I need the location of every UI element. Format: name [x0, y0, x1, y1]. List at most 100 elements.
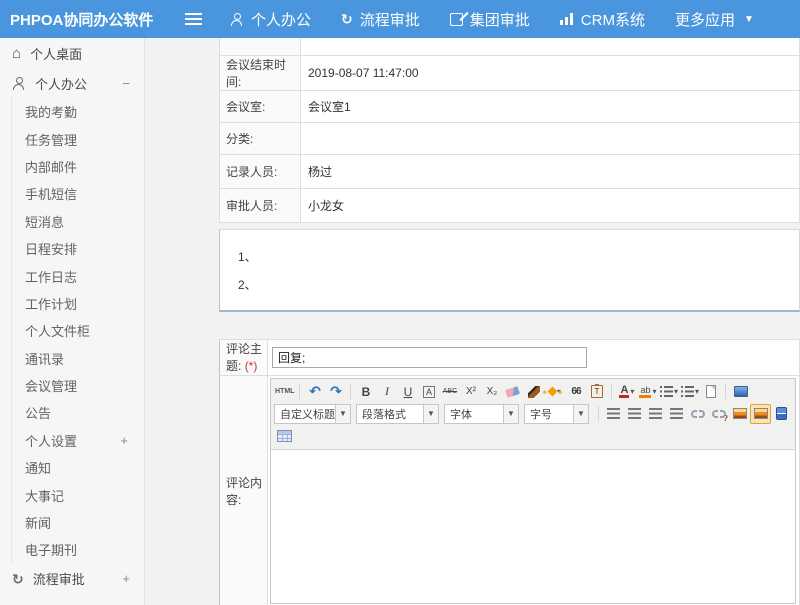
font-color-icon: A [619, 385, 629, 398]
expand-icon[interactable]: + [120, 433, 128, 448]
undo-button[interactable]: ↶ [304, 382, 325, 402]
field-value: 小龙女 [301, 188, 800, 222]
highlight-color-button[interactable]: ab▾ [637, 382, 658, 402]
align-left-button[interactable] [603, 404, 624, 424]
paragraph-format-select[interactable]: 段落格式▼ [356, 404, 439, 424]
editor-content-area[interactable] [271, 450, 795, 603]
align-center-button[interactable] [624, 404, 645, 424]
rich-text-editor: HTML ↶ ↷ B I U A ABC X² [270, 378, 796, 604]
redo-icon: ↷ [330, 383, 342, 400]
new-document-button[interactable] [700, 382, 721, 402]
sidebar-item-contacts[interactable]: 通讯录 [12, 345, 144, 372]
field-label: 审批人员: [220, 188, 301, 222]
edit-icon [450, 13, 463, 26]
paste-as-text-button[interactable]: T [586, 382, 607, 402]
nav-more-apps[interactable]: 更多应用 ▼ [675, 9, 754, 30]
font-family-select[interactable]: 字体▼ [444, 404, 519, 424]
unordered-list-button[interactable]: ▾ [679, 382, 700, 402]
sidebar-item-label: 电子期刊 [25, 540, 77, 559]
sidebar-item-label: 短消息 [25, 212, 64, 231]
bold-button[interactable]: B [355, 382, 376, 402]
sidebar-item-label: 工作计划 [25, 294, 77, 313]
nav-crm-system[interactable]: CRM系统 [560, 9, 645, 30]
align-right-button[interactable] [645, 404, 666, 424]
meeting-detail-table: 会议结束时间: 2019-08-07 11:47:00 会议室: 会议室1 分类… [219, 38, 800, 223]
editor-toolbar: HTML ↶ ↷ B I U A ABC X² [271, 379, 795, 450]
chevron-down-icon: ▼ [573, 405, 588, 423]
sidebar-item-personal-office[interactable]: 个人办公 − [0, 68, 144, 98]
sidebar-item-e-journal[interactable]: 电子期刊 [12, 536, 144, 563]
sidebar-item-sms[interactable]: 手机短信 [12, 180, 144, 207]
collapse-icon[interactable]: − [122, 76, 130, 91]
text-border-button[interactable]: A [418, 382, 439, 402]
sidebar-item-work-plan[interactable]: 工作计划 [12, 290, 144, 317]
sidebar-item-label: 个人桌面 [30, 44, 82, 63]
sidebar-item-schedule[interactable]: 日程安排 [12, 235, 144, 262]
insert-link-button[interactable] [687, 404, 708, 424]
italic-button[interactable]: I [376, 382, 397, 402]
comment-subject-input[interactable] [272, 347, 587, 368]
html-source-icon: HTML [275, 388, 294, 395]
sidebar-item-personal-desktop[interactable]: ⌂ 个人桌面 [0, 38, 144, 68]
field-value: 会议室1 [301, 90, 800, 122]
sidebar-item-personal-settings[interactable]: 个人设置 + [12, 427, 144, 454]
sidebar-item-news[interactable]: 新闻 [12, 509, 144, 536]
superscript-button[interactable]: X² [460, 382, 481, 402]
field-label: 记录人员: [220, 154, 301, 188]
unlink-icon [712, 410, 726, 418]
format-painter-button[interactable] [523, 382, 544, 402]
toolbar-row-2: 自定义标题▼ 段落格式▼ 字体▼ 字号▼ [274, 403, 792, 425]
sidebar-item-notice[interactable]: 通知 [12, 454, 144, 481]
sidebar-item-work-log[interactable]: 工作日志 [12, 262, 144, 289]
underline-button[interactable]: U [397, 382, 418, 402]
ordered-list-icon [660, 386, 673, 397]
sidebar-item-short-message[interactable]: 短消息 [12, 208, 144, 235]
expand-icon[interactable]: + [122, 571, 130, 586]
custom-heading-select[interactable]: 自定义标题▼ [274, 404, 351, 424]
toolbar-row-3 [274, 425, 792, 447]
quick-format-button[interactable]: ▾ [544, 382, 565, 402]
select-value: 自定义标题 [275, 406, 335, 422]
font-size-select[interactable]: 字号▼ [524, 404, 589, 424]
ordered-list-button[interactable]: ▾ [658, 382, 679, 402]
sidebar-item-announcement[interactable]: 公告 [12, 399, 144, 426]
table-row [220, 38, 800, 55]
sidebar-item-task-management[interactable]: 任务管理 [12, 125, 144, 152]
sidebar-item-label: 任务管理 [25, 130, 77, 149]
sidebar-item-my-attendance[interactable]: 我的考勤 [12, 98, 144, 125]
sidebar-item-process-approval[interactable]: ↻ 流程审批 + [0, 564, 144, 594]
nav-personal-office[interactable]: 个人办公 [230, 9, 311, 30]
personal-office-submenu: 我的考勤 任务管理 内部邮件 手机短信 短消息 日程安排 工作日志 工作计划 个… [11, 98, 144, 564]
subscript-button[interactable]: X₂ [481, 382, 502, 402]
source-code-button[interactable]: HTML [274, 382, 295, 402]
person-icon [230, 13, 244, 26]
top-bar: PHPOA协同办公软件 个人办公 ↻ 流程审批 集团审批 CRM系统 更多应用 … [0, 0, 800, 38]
home-icon: ⌂ [12, 46, 21, 61]
sidebar-item-meeting-management[interactable]: 会议管理 [12, 372, 144, 399]
multi-image-button[interactable] [750, 404, 771, 424]
nav-process-approval[interactable]: ↻ 流程审批 [341, 9, 420, 30]
blockquote-button[interactable]: 66 [565, 382, 586, 402]
insert-media-button[interactable] [771, 404, 792, 424]
chevron-down-icon: ▾ [652, 387, 656, 396]
remove-format-button[interactable] [502, 382, 523, 402]
insert-table-button[interactable] [274, 426, 295, 446]
hamburger-menu-icon[interactable] [185, 13, 202, 25]
fullscreen-button[interactable] [730, 382, 751, 402]
sidebar-item-personal-files[interactable]: 个人文件柜 [12, 317, 144, 344]
field-value: 杨过 [301, 154, 800, 188]
redo-button[interactable]: ↷ [325, 382, 346, 402]
align-justify-button[interactable] [666, 404, 687, 424]
table-row-meeting-room: 会议室: 会议室1 [220, 90, 800, 122]
person-icon [12, 77, 26, 90]
strikethrough-button[interactable]: ABC [439, 382, 460, 402]
sidebar-item-label: 个人设置 [25, 431, 77, 450]
eraser-icon [506, 386, 521, 398]
remove-link-button[interactable] [708, 404, 729, 424]
font-color-button[interactable]: A▾ [616, 382, 637, 402]
sidebar-item-internal-mail[interactable]: 内部邮件 [12, 153, 144, 180]
nav-group-approval[interactable]: 集团审批 [450, 9, 530, 30]
insert-image-button[interactable] [729, 404, 750, 424]
sidebar-item-major-events[interactable]: 大事记 [12, 481, 144, 508]
toolbar-row-1: HTML ↶ ↷ B I U A ABC X² [274, 381, 792, 403]
